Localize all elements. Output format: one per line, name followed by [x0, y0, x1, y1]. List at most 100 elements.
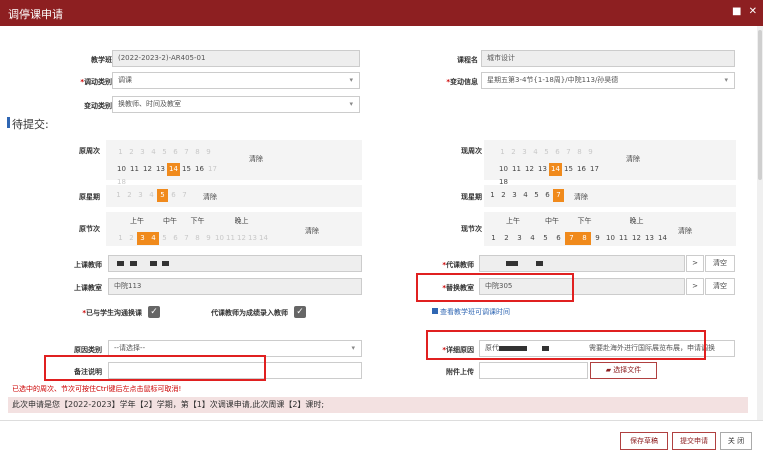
period-cell[interactable]: 2 — [500, 232, 513, 245]
new-weeks-clear[interactable]: 清除 — [626, 154, 640, 164]
week-cell[interactable]: 11 — [128, 163, 141, 176]
sub-grade-entry-checkbox[interactable]: ✓ — [294, 306, 306, 318]
week-cell[interactable]: 14 — [167, 163, 180, 176]
period-cell[interactable]: 13 — [247, 232, 258, 245]
period-cell[interactable]: 10 — [604, 232, 617, 245]
period-cell[interactable]: 4 — [526, 232, 539, 245]
new-classroom-arrow-button[interactable]: > — [686, 278, 704, 295]
week-cell[interactable]: 1 — [115, 146, 126, 159]
sub-teacher-clear-button[interactable]: 清空 — [705, 255, 735, 272]
period-cell[interactable]: 4 — [148, 232, 159, 245]
period-cell[interactable]: 14 — [258, 232, 269, 245]
period-cell[interactable]: 1 — [115, 232, 126, 245]
period-cell[interactable]: 6 — [552, 232, 565, 245]
view-adjustable-time-link[interactable]: 查看教学班可调课时间 — [432, 307, 510, 317]
window-controls[interactable]: ■ ✕ — [732, 6, 759, 17]
choose-file-button[interactable]: ▰ 选择文件 — [590, 362, 657, 379]
new-weekday-clear[interactable]: 清除 — [574, 192, 588, 202]
weekday-cell[interactable]: 3 — [509, 189, 520, 202]
week-cell[interactable]: 16 — [575, 163, 588, 176]
week-cell[interactable]: 7 — [563, 146, 574, 159]
week-cell[interactable]: 2 — [126, 146, 137, 159]
week-cell[interactable]: 11 — [510, 163, 523, 176]
week-cell[interactable]: 7 — [181, 146, 192, 159]
week-cell[interactable]: 14 — [549, 163, 562, 176]
week-cell[interactable]: 4 — [530, 146, 541, 159]
week-cell[interactable]: 10 — [497, 163, 510, 176]
new-classroom-clear-button[interactable]: 清空 — [705, 278, 735, 295]
period-cell[interactable]: 2 — [126, 232, 137, 245]
week-cell[interactable]: 6 — [170, 146, 181, 159]
weekday-cell[interactable]: 2 — [498, 189, 509, 202]
highlight-box-classroom — [416, 273, 574, 302]
week-cell[interactable]: 15 — [180, 163, 193, 176]
week-cell[interactable]: 12 — [141, 163, 154, 176]
new-periods-clear[interactable]: 清除 — [678, 226, 692, 236]
week-cell[interactable]: 1 — [497, 146, 508, 159]
change-type-select[interactable]: 换教师、时间及教室 ▾ — [112, 96, 360, 113]
week-cell[interactable]: 10 — [115, 163, 128, 176]
period-cell[interactable]: 11 — [225, 232, 236, 245]
period-cell[interactable]: 14 — [656, 232, 669, 245]
period-cell[interactable]: 6 — [170, 232, 181, 245]
sub-teacher-arrow-button[interactable]: > — [686, 255, 704, 272]
period-cell[interactable]: 10 — [214, 232, 225, 245]
period-cell[interactable]: 3 — [137, 232, 148, 245]
period-cell[interactable]: 5 — [539, 232, 552, 245]
weekday-cell[interactable]: 4 — [146, 189, 157, 202]
weekday-cell[interactable]: 3 — [135, 189, 146, 202]
period-cell[interactable]: 9 — [203, 232, 214, 245]
scrollbar-thumb[interactable] — [758, 30, 762, 180]
close-button[interactable]: 关 闭 — [720, 432, 752, 450]
week-cell[interactable]: 5 — [541, 146, 552, 159]
weekday-cell[interactable]: 1 — [487, 189, 498, 202]
week-cell[interactable]: 16 — [193, 163, 206, 176]
period-cell[interactable]: 5 — [159, 232, 170, 245]
weekday-cell[interactable]: 1 — [113, 189, 124, 202]
week-cell[interactable]: 9 — [203, 146, 214, 159]
weekday-cell[interactable]: 5 — [157, 189, 168, 202]
period-cell[interactable]: 3 — [513, 232, 526, 245]
week-cell[interactable]: 15 — [562, 163, 575, 176]
week-cell[interactable]: 5 — [159, 146, 170, 159]
adjust-type-select[interactable]: 调课 ▾ — [112, 72, 360, 89]
communicated-checkbox[interactable]: ✓ — [148, 306, 160, 318]
week-cell[interactable]: 13 — [154, 163, 167, 176]
orig-periods-clear[interactable]: 清除 — [305, 226, 319, 236]
period-cell[interactable]: 12 — [630, 232, 643, 245]
period-cell[interactable]: 9 — [591, 232, 604, 245]
week-cell[interactable]: 17 — [588, 163, 601, 176]
week-cell[interactable]: 8 — [192, 146, 203, 159]
weekday-cell[interactable]: 2 — [124, 189, 135, 202]
period-cell[interactable]: 12 — [236, 232, 247, 245]
week-cell[interactable]: 6 — [552, 146, 563, 159]
period-cell[interactable]: 11 — [617, 232, 630, 245]
week-cell[interactable]: 17 — [206, 163, 219, 176]
week-cell[interactable]: 3 — [137, 146, 148, 159]
orig-weeks-clear[interactable]: 清除 — [249, 154, 263, 164]
weekday-cell[interactable]: 7 — [553, 189, 564, 202]
weekday-cell[interactable]: 6 — [168, 189, 179, 202]
week-cell[interactable]: 3 — [519, 146, 530, 159]
submit-button[interactable]: 提交申请 — [672, 432, 716, 450]
period-cell[interactable]: 8 — [192, 232, 203, 245]
scrollbar[interactable] — [757, 26, 763, 420]
week-cell[interactable]: 9 — [585, 146, 596, 159]
week-cell[interactable]: 13 — [536, 163, 549, 176]
weekday-cell[interactable]: 4 — [520, 189, 531, 202]
week-cell[interactable]: 8 — [574, 146, 585, 159]
period-cell[interactable]: 7 — [181, 232, 192, 245]
weekday-cell[interactable]: 7 — [179, 189, 190, 202]
week-cell[interactable]: 12 — [523, 163, 536, 176]
change-info-select[interactable]: 星期五第3-4节{1-18周}/中院113/孙昊德 ▾ — [481, 72, 735, 89]
period-cell[interactable]: 13 — [643, 232, 656, 245]
period-cell[interactable]: 8 — [578, 232, 591, 245]
week-cell[interactable]: 4 — [148, 146, 159, 159]
weekday-cell[interactable]: 6 — [542, 189, 553, 202]
week-cell[interactable]: 2 — [508, 146, 519, 159]
period-cell[interactable]: 1 — [487, 232, 500, 245]
period-cell[interactable]: 7 — [565, 232, 578, 245]
weekday-cell[interactable]: 5 — [531, 189, 542, 202]
save-draft-button[interactable]: 保存草稿 — [620, 432, 668, 450]
orig-weekday-clear[interactable]: 清除 — [203, 192, 217, 202]
